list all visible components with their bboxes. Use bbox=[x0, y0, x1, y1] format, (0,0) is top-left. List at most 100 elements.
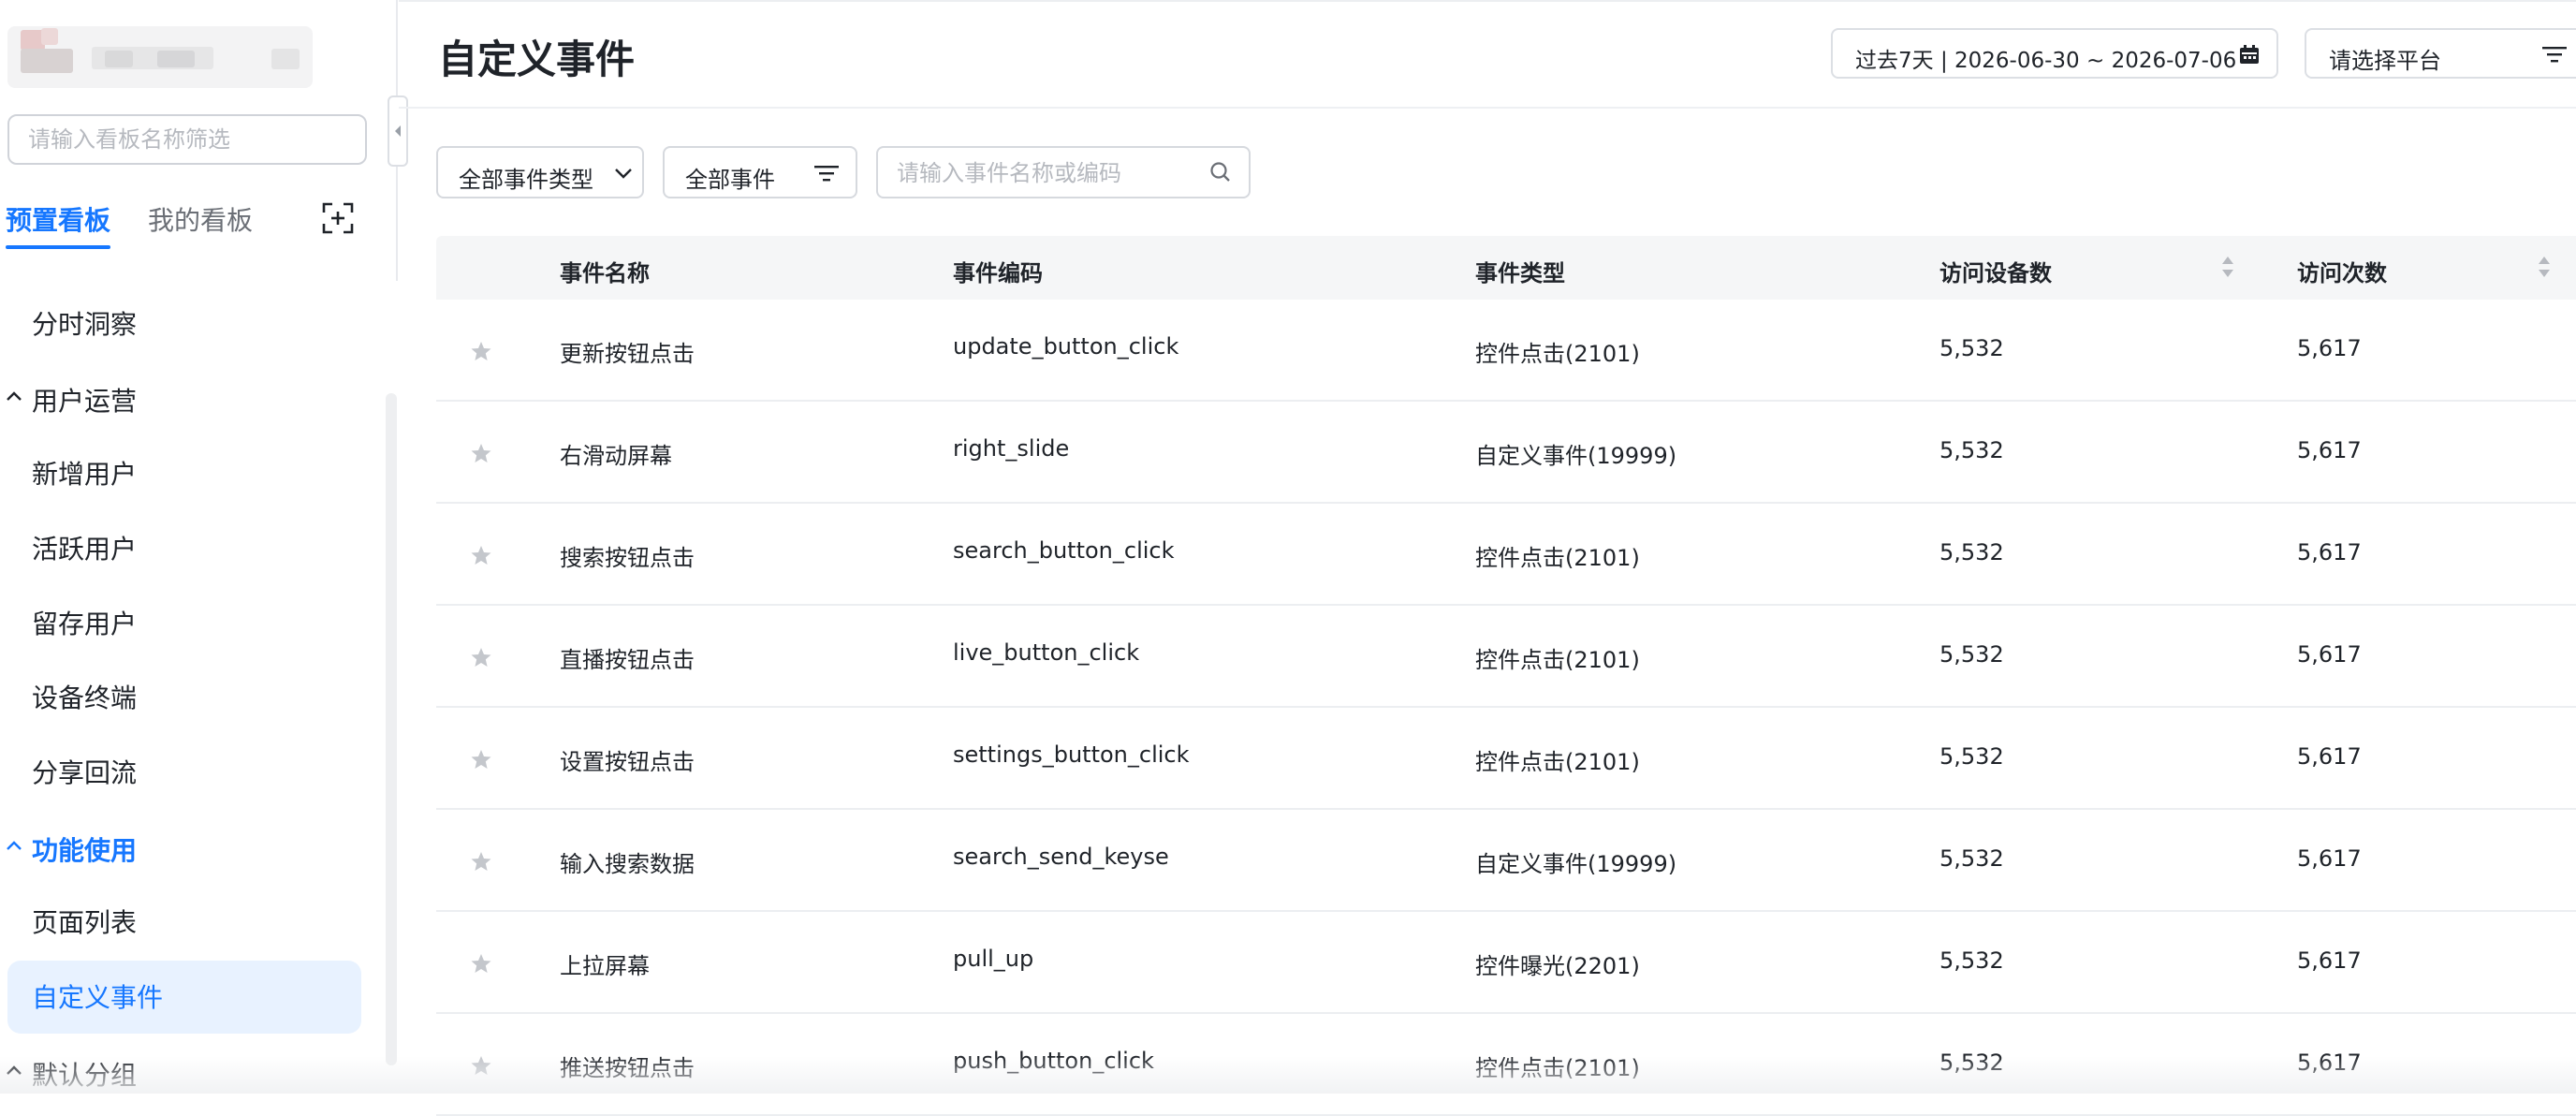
sidebar-group-label: 功能使用 bbox=[32, 835, 138, 866]
table-row[interactable]: 直播按钮点击 live_button_click 控件点击(2101) 5,53… bbox=[436, 606, 2576, 708]
table-row[interactable]: 输入搜索数据 search_send_keyse 自定义事件(19999) 5,… bbox=[436, 810, 2576, 912]
sidebar-item-retained-users[interactable]: 留存用户 bbox=[7, 587, 361, 660]
event-code-cell: right_slide bbox=[953, 435, 1070, 462]
table-header: 事件名称 事件编码 事件类型 访问设备数 访问次数 bbox=[436, 236, 2576, 300]
sidebar-item-label: 留存用户 bbox=[32, 609, 138, 639]
chevron-down-icon bbox=[615, 169, 632, 179]
main-content: 自定义事件 过去7天 | 2026-06-30 ~ 2026-07-06 请选择… bbox=[399, 0, 2576, 1116]
event-scope-label: 全部事件 bbox=[685, 167, 775, 193]
sort-icon[interactable] bbox=[2537, 255, 2552, 279]
event-code-cell: push_button_click bbox=[953, 1048, 1154, 1074]
sidebar-item-new-users[interactable]: 新增用户 bbox=[7, 437, 361, 510]
column-header-event-code: 事件编码 bbox=[953, 260, 1043, 286]
event-code-cell: live_button_click bbox=[953, 639, 1140, 666]
device-count-cell: 5,532 bbox=[1939, 845, 2004, 872]
event-name-cell: 更新按钮点击 bbox=[560, 341, 695, 367]
device-count-cell: 5,532 bbox=[1939, 437, 2004, 463]
sidebar-item-custom-events[interactable]: 自定义事件 bbox=[7, 961, 361, 1034]
sort-icon[interactable] bbox=[2220, 255, 2235, 279]
visit-count-cell: 5,617 bbox=[2297, 437, 2362, 463]
filter-icon bbox=[814, 166, 839, 182]
table-row[interactable]: 搜索按钮点击 search_button_click 控件点击(2101) 5,… bbox=[436, 504, 2576, 606]
sidebar-item-active-users[interactable]: 活跃用户 bbox=[7, 512, 361, 585]
device-count-cell: 5,532 bbox=[1939, 641, 2004, 668]
star-icon[interactable] bbox=[470, 953, 492, 974]
sidebar-item-page-list[interactable]: 页面列表 bbox=[7, 886, 361, 959]
visit-count-cell: 5,617 bbox=[2297, 335, 2362, 361]
sidebar-item-label: 新增用户 bbox=[32, 459, 138, 490]
sidebar-item-time-insight[interactable]: 分时洞察 bbox=[7, 287, 361, 360]
scan-icon[interactable] bbox=[322, 202, 354, 234]
table-row[interactable]: 推送按钮点击 push_button_click 控件点击(2101) 5,53… bbox=[436, 1014, 2576, 1116]
sidebar: 预置看板 我的看板 分时洞察 用户运营 新增用户 活跃用户 留存用户 设备终端 … bbox=[0, 0, 397, 1094]
star-icon[interactable] bbox=[470, 443, 492, 463]
event-code-cell: settings_button_click bbox=[953, 742, 1190, 768]
event-type-dropdown[interactable]: 全部事件类型 bbox=[436, 146, 644, 198]
sidebar-item-share-reflow[interactable]: 分享回流 bbox=[7, 736, 361, 809]
event-name-cell: 直播按钮点击 bbox=[560, 647, 695, 673]
column-header-visit-count: 访问次数 bbox=[2297, 260, 2387, 286]
event-search-input[interactable] bbox=[897, 157, 1196, 189]
sidebar-item-label: 页面列表 bbox=[32, 907, 138, 938]
event-type-cell: 控件点击(2101) bbox=[1475, 1055, 1640, 1081]
event-scope-filter[interactable]: 全部事件 bbox=[663, 146, 857, 198]
sidebar-group-user-operations[interactable]: 用户运营 bbox=[0, 370, 356, 426]
chevron-up-icon bbox=[7, 841, 22, 850]
device-count-cell: 5,532 bbox=[1939, 1050, 2004, 1076]
event-name-cell: 推送按钮点击 bbox=[560, 1055, 695, 1081]
sidebar-scrollbar-thumb[interactable] bbox=[386, 393, 397, 1065]
event-name-cell: 右滑动屏幕 bbox=[560, 443, 672, 469]
app-logo bbox=[7, 26, 313, 88]
sidebar-item-label: 分享回流 bbox=[32, 757, 138, 788]
event-type-cell: 自定义事件(19999) bbox=[1475, 443, 1677, 469]
visit-count-cell: 5,617 bbox=[2297, 947, 2362, 974]
filter-icon bbox=[2542, 47, 2567, 63]
page-title: 自定义事件 bbox=[438, 37, 636, 82]
event-type-cell: 控件曝光(2201) bbox=[1475, 953, 1640, 979]
star-icon[interactable] bbox=[470, 851, 492, 872]
sidebar-item-label: 活跃用户 bbox=[32, 534, 138, 565]
date-range-picker[interactable]: 过去7天 | 2026-06-30 ~ 2026-07-06 bbox=[1831, 28, 2278, 79]
event-code-cell: update_button_click bbox=[953, 333, 1179, 360]
event-type-cell: 控件点击(2101) bbox=[1475, 545, 1640, 571]
event-type-cell: 控件点击(2101) bbox=[1475, 749, 1640, 775]
sidebar-item-devices[interactable]: 设备终端 bbox=[7, 661, 361, 734]
platform-select[interactable]: 请选择平台 bbox=[2305, 28, 2576, 79]
star-icon[interactable] bbox=[470, 341, 492, 361]
visit-count-cell: 5,617 bbox=[2297, 539, 2362, 565]
event-search-box bbox=[876, 146, 1251, 198]
event-code-cell: search_send_keyse bbox=[953, 844, 1169, 870]
event-name-cell: 上拉屏幕 bbox=[560, 953, 650, 979]
event-name-cell: 搜索按钮点击 bbox=[560, 545, 695, 571]
star-icon[interactable] bbox=[470, 545, 492, 565]
star-icon[interactable] bbox=[470, 1055, 492, 1076]
sidebar-item-label: 自定义事件 bbox=[32, 982, 164, 1013]
sidebar-group-feature-usage[interactable]: 功能使用 bbox=[0, 819, 356, 875]
device-count-cell: 5,532 bbox=[1939, 947, 2004, 974]
event-type-cell: 控件点击(2101) bbox=[1475, 647, 1640, 673]
events-table: 事件名称 事件编码 事件类型 访问设备数 访问次数 更新按钮点击 update_… bbox=[436, 236, 2576, 1116]
event-type-label: 全部事件类型 bbox=[459, 167, 593, 193]
top-border bbox=[399, 0, 2576, 2]
table-row[interactable]: 右滑动屏幕 right_slide 自定义事件(19999) 5,532 5,6… bbox=[436, 402, 2576, 504]
star-icon[interactable] bbox=[470, 749, 492, 770]
sidebar-group-default[interactable]: 默认分组 bbox=[0, 1044, 356, 1100]
sidebar-item-label: 分时洞察 bbox=[32, 309, 138, 340]
table-row[interactable]: 上拉屏幕 pull_up 控件曝光(2201) 5,532 5,617 bbox=[436, 912, 2576, 1014]
device-count-cell: 5,532 bbox=[1939, 539, 2004, 565]
search-icon[interactable] bbox=[1209, 161, 1232, 184]
sidebar-search-input[interactable] bbox=[7, 114, 367, 165]
star-icon[interactable] bbox=[470, 647, 492, 668]
table-row[interactable]: 设置按钮点击 settings_button_click 控件点击(2101) … bbox=[436, 708, 2576, 810]
device-count-cell: 5,532 bbox=[1939, 335, 2004, 361]
tab-my-boards[interactable]: 我的看板 bbox=[148, 200, 253, 238]
header-divider bbox=[399, 107, 2576, 109]
visit-count-cell: 5,617 bbox=[2297, 743, 2362, 770]
tab-preset-boards[interactable]: 预置看板 bbox=[6, 200, 110, 238]
event-name-cell: 输入搜索数据 bbox=[560, 851, 695, 877]
table-row[interactable]: 更新按钮点击 update_button_click 控件点击(2101) 5,… bbox=[436, 300, 2576, 402]
column-header-event-type: 事件类型 bbox=[1475, 260, 1565, 286]
visit-count-cell: 5,617 bbox=[2297, 1050, 2362, 1076]
chevron-up-icon bbox=[7, 391, 22, 401]
visit-count-cell: 5,617 bbox=[2297, 641, 2362, 668]
